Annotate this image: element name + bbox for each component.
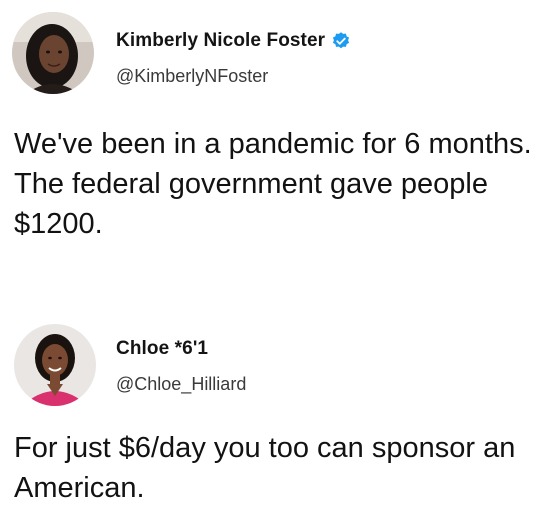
avatar[interactable] xyxy=(12,12,94,94)
tweet-text: We've been in a pandemic for 6 months. T… xyxy=(14,128,532,240)
avatar[interactable] xyxy=(14,324,96,406)
avatar-image xyxy=(14,324,96,406)
screenshot-page: Kimberly Nicole Foster @KimberlyNFoster … xyxy=(0,0,552,519)
display-name[interactable]: Kimberly Nicole Foster xyxy=(116,30,325,52)
verified-badge-icon xyxy=(331,31,351,51)
name-row: Chloe *6'1 xyxy=(116,338,208,360)
name-row: Kimberly Nicole Foster xyxy=(116,30,351,52)
tweet-card[interactable]: Kimberly Nicole Foster @KimberlyNFoster … xyxy=(0,0,552,240)
tweet-card[interactable]: Chloe *6'1 @Chloe_Hilliard For just $6/d… xyxy=(0,318,552,504)
avatar-image xyxy=(12,12,94,94)
user-handle[interactable]: @KimberlyNFoster xyxy=(116,66,268,87)
tweet-text: For just $6/day you too can sponsor an A… xyxy=(14,432,516,504)
tweet-header: Kimberly Nicole Foster @KimberlyNFoster xyxy=(0,0,552,100)
display-name[interactable]: Chloe *6'1 xyxy=(116,338,208,360)
user-handle[interactable]: @Chloe_Hilliard xyxy=(116,374,246,395)
tweet-header: Chloe *6'1 @Chloe_Hilliard xyxy=(0,318,552,418)
